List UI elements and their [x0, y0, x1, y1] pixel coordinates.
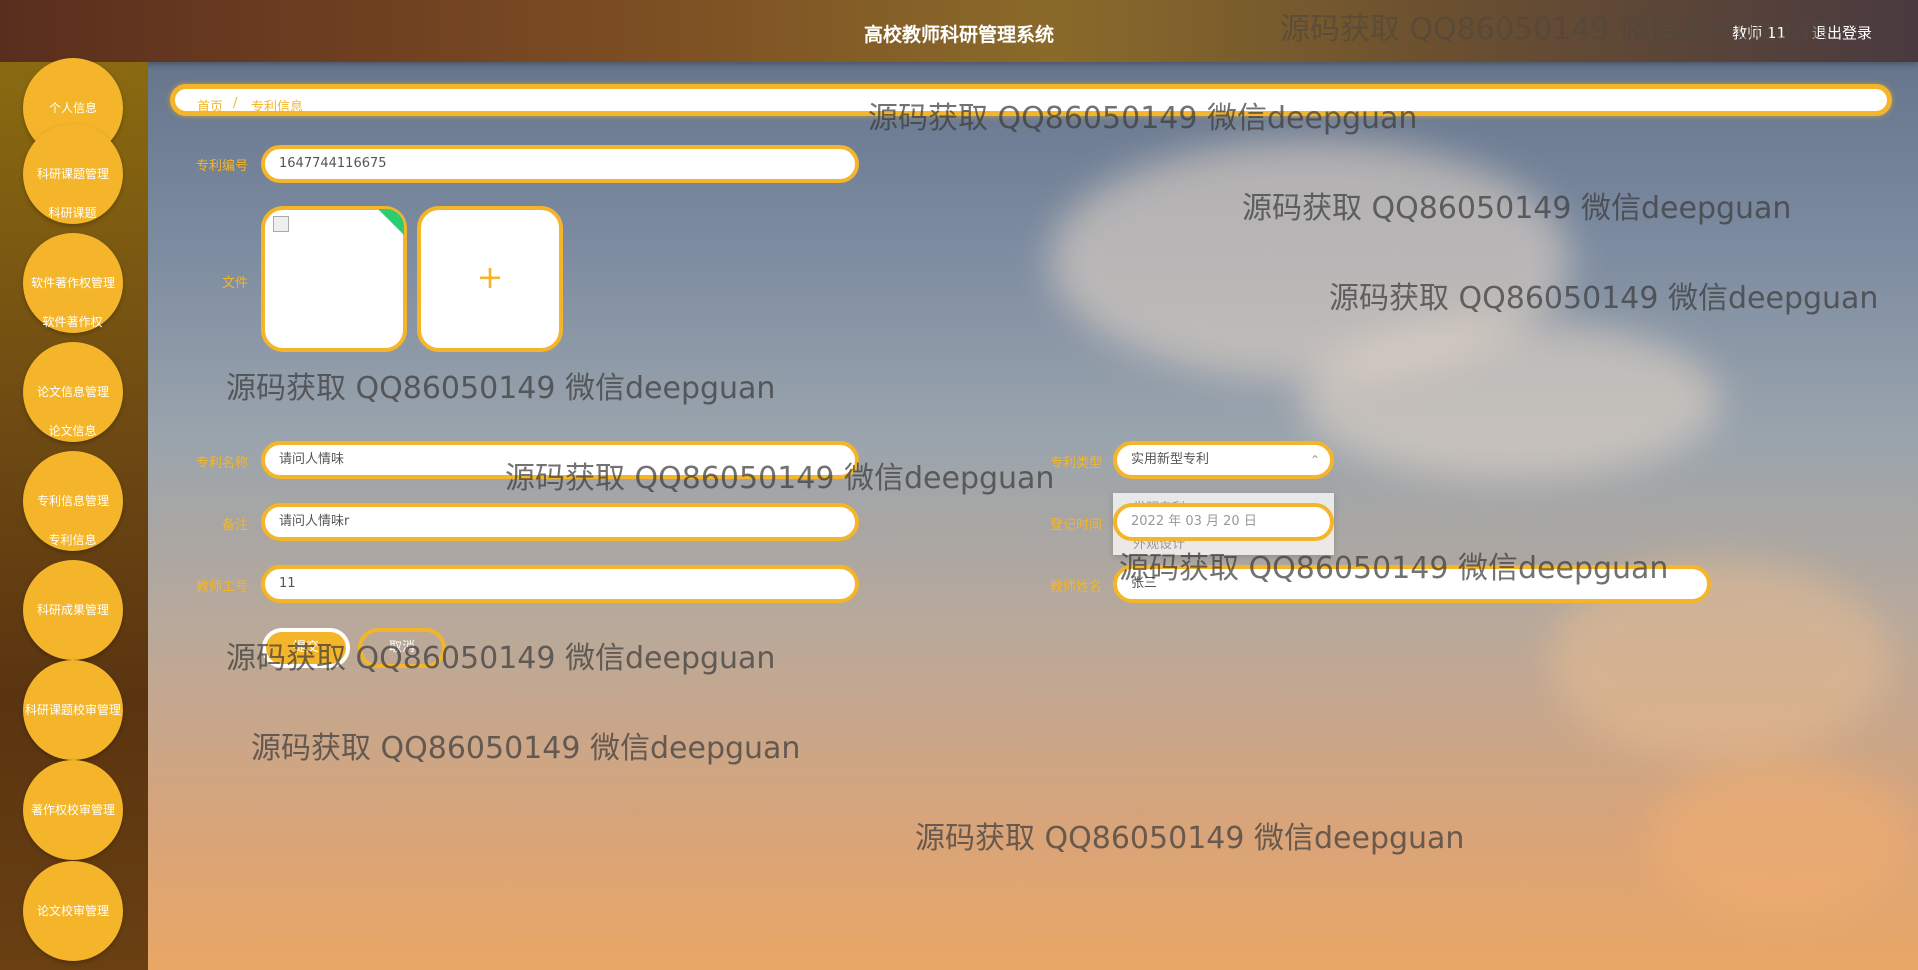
teacher-name-label: 教师姓名: [1049, 580, 1102, 595]
patent-type-value: 实用新型专利: [1131, 452, 1210, 467]
watermark-text: 源码获取 QQ86050149 微信deepguan: [251, 731, 801, 766]
sidebar-item-label: 著作权校审管理: [30, 803, 115, 817]
sidebar-subitem-copyright[interactable]: 软件著作权: [20, 313, 125, 330]
sidebar-item-label: 论文校审管理: [36, 904, 109, 918]
sidebar: 个人信息 科研课题管理 科研课题 软件著作权管理 软件著作权 论文信息管理 论文…: [0, 58, 148, 970]
sidebar-subitem-paper[interactable]: 论文信息: [20, 422, 125, 439]
upload-button[interactable]: +: [417, 206, 563, 352]
sidebar-item-label: 论文信息管理: [36, 385, 109, 399]
chevron-up-icon: ⌃: [1309, 453, 1320, 467]
sidebar-item-label: 科研成果管理: [36, 603, 109, 617]
watermark-text: 源码获取 QQ86050149 微信deepguan: [505, 461, 1055, 496]
sidebar-item-label: 科研课题管理: [36, 167, 109, 181]
remark-label: 备注: [221, 518, 248, 533]
sidebar-item-label: 科研课题校审管理: [24, 703, 121, 717]
sidebar-subitem-patent[interactable]: 专利信息: [20, 531, 125, 548]
register-date-value: 2022 年 03 月 20 日: [1131, 514, 1257, 529]
watermark-text: 源码获取 QQ86050149 微信deepguan: [226, 641, 776, 676]
sidebar-item-copyright-review[interactable]: 著作权校审管理: [23, 760, 123, 860]
sidebar-item-label: 软件著作权管理: [30, 276, 115, 290]
sidebar-item-label: 专利信息管理: [36, 494, 109, 508]
breadcrumb-home[interactable]: 首页: [197, 96, 223, 115]
sidebar-subitem-project[interactable]: 科研课题: [20, 204, 125, 221]
watermark-text: 源码获取 QQ86050149 微信deepguan: [915, 821, 1465, 856]
patent-type-select[interactable]: 实用新型专利 ⌃: [1113, 441, 1334, 479]
register-date-input[interactable]: 2022 年 03 月 20 日: [1113, 503, 1334, 541]
cloud: [1300, 320, 1720, 480]
sidebar-item-achievement-mgmt[interactable]: 科研成果管理: [23, 560, 123, 660]
watermark-text: 源码获取 QQ86050149 微信deepguan: [1280, 12, 1830, 47]
uploaded-file-preview[interactable]: [261, 206, 407, 352]
sidebar-item-label: 个人信息: [48, 101, 97, 115]
broken-image-icon: [273, 216, 289, 232]
file-label: 文件: [221, 276, 248, 291]
patent-no-label: 专利编号: [195, 159, 248, 174]
teacher-no-input[interactable]: 11: [261, 565, 859, 603]
watermark-text: 源码获取 QQ86050149 微信deepguan: [1242, 191, 1792, 226]
watermark-text: 源码获取 QQ86050149 微信deepguan: [226, 371, 776, 406]
patent-name-label: 专利名称: [195, 456, 248, 471]
breadcrumb-separator: /: [233, 96, 238, 111]
sidebar-item-project-review[interactable]: 科研课题校审管理: [23, 660, 123, 760]
watermark-text: 源码获取 QQ86050149 微信deepguan: [1119, 551, 1669, 586]
teacher-no-label: 教师工号: [195, 580, 248, 595]
success-corner-icon: [378, 209, 404, 235]
patent-no-input[interactable]: 1647744116675: [261, 145, 859, 183]
remark-input[interactable]: 请问人情味r: [261, 503, 859, 541]
sidebar-item-paper-review[interactable]: 论文校审管理: [23, 861, 123, 961]
plus-icon: +: [476, 258, 504, 296]
register-date-label: 登记时间: [1049, 518, 1102, 533]
breadcrumb-current: 专利信息: [251, 100, 304, 115]
watermark-text: 源码获取 QQ86050149 微信deepguan: [868, 101, 1418, 136]
cloud: [1650, 760, 1910, 920]
watermark-text: 源码获取 QQ86050149 微信deepguan: [1329, 281, 1879, 316]
